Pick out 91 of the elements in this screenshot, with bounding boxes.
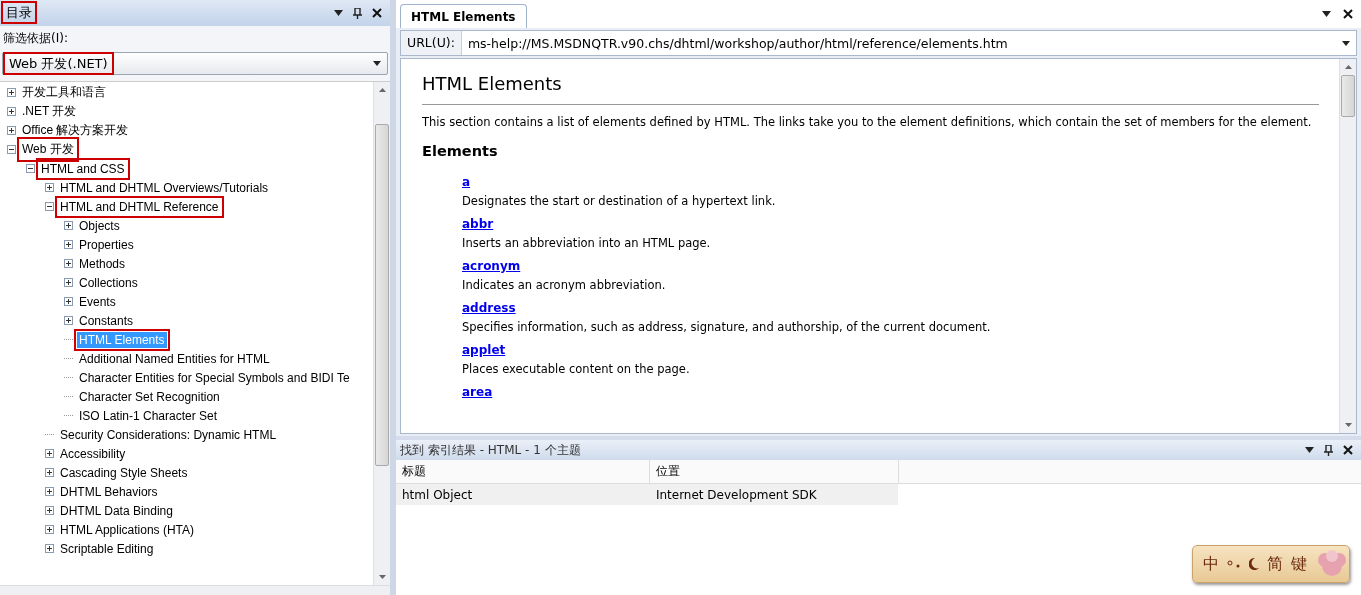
expand-icon[interactable] bbox=[45, 525, 54, 534]
url-field[interactable]: URL(U): ms-help://MS.MSDNQTR.v90.chs/dhtml/workshop/author/html/reference/elements.htm bbox=[400, 30, 1357, 56]
expand-icon[interactable] bbox=[7, 126, 16, 135]
element-description: Indicates an acronym abbreviation. bbox=[462, 278, 666, 292]
table-cell: Internet Development SDK bbox=[649, 483, 899, 505]
tree-item[interactable]: HTML and DHTML Overviews/Tutorials bbox=[58, 179, 271, 196]
scroll-down-icon[interactable] bbox=[1344, 423, 1352, 427]
tree-item[interactable]: DHTML Behaviors bbox=[58, 483, 160, 500]
tree-item[interactable]: Constants bbox=[77, 312, 136, 329]
tree-item[interactable]: Properties bbox=[77, 236, 136, 253]
scrollbar-thumb[interactable] bbox=[1341, 75, 1355, 117]
element-link[interactable]: area bbox=[462, 385, 493, 399]
column-header[interactable]: 位置 bbox=[649, 460, 899, 484]
close-icon[interactable] bbox=[1343, 9, 1353, 19]
tree-item[interactable]: HTML Applications (HTA) bbox=[58, 521, 197, 538]
page-heading: HTML Elements bbox=[422, 73, 1319, 105]
intro-paragraph: This section contains a list of elements defined by HTML. The links take you to the element definitions, which contain the set of members for the element. bbox=[422, 115, 1313, 129]
collapse-icon[interactable] bbox=[7, 145, 16, 154]
dropdown-icon[interactable] bbox=[1342, 40, 1350, 46]
collapse-icon[interactable] bbox=[26, 164, 35, 173]
pin-icon[interactable] bbox=[353, 7, 362, 19]
expand-icon[interactable] bbox=[45, 183, 54, 192]
tree-item[interactable]: ISO Latin-1 Character Set bbox=[77, 407, 220, 424]
soft-keyboard-indicator[interactable]: 键 bbox=[1291, 553, 1307, 575]
expand-icon[interactable] bbox=[64, 278, 73, 287]
punctuation-icon[interactable] bbox=[1227, 560, 1241, 568]
tree-item[interactable]: .NET 开发 bbox=[20, 102, 79, 121]
dropdown-icon[interactable] bbox=[373, 61, 381, 66]
expand-icon[interactable] bbox=[64, 259, 73, 268]
expand-icon[interactable] bbox=[45, 544, 54, 553]
moon-icon[interactable] bbox=[1249, 558, 1259, 570]
expand-icon[interactable] bbox=[64, 316, 73, 325]
expand-icon[interactable] bbox=[45, 449, 54, 458]
element-description: Inserts an abbreviation into an HTML page. bbox=[462, 236, 711, 250]
tree-item[interactable]: Scriptable Editing bbox=[58, 540, 156, 557]
tree-item[interactable]: Additional Named Entities for HTML bbox=[77, 350, 272, 367]
scroll-down-icon[interactable] bbox=[378, 575, 386, 579]
tree-item[interactable]: 开发工具和语言 bbox=[20, 83, 108, 102]
element-link[interactable]: applet bbox=[462, 343, 506, 357]
dropdown-icon[interactable] bbox=[1305, 447, 1314, 453]
vertical-scrollbar[interactable] bbox=[373, 82, 390, 585]
element-link[interactable]: abbr bbox=[462, 217, 494, 231]
input-mode-indicator[interactable]: 中 bbox=[1203, 553, 1219, 575]
section-heading: Elements bbox=[422, 143, 499, 159]
element-description: Specifies information, such as address, signature, and authorship, of the current document. bbox=[462, 320, 991, 334]
element-description: Places executable content on the page. bbox=[462, 362, 690, 376]
tree-item[interactable]: DHTML Data Binding bbox=[58, 502, 175, 519]
expand-icon[interactable] bbox=[7, 107, 16, 116]
dropdown-icon[interactable] bbox=[334, 10, 343, 16]
scrollbar-thumb[interactable] bbox=[375, 124, 389, 466]
tree-item[interactable]: Methods bbox=[77, 255, 128, 272]
tree-item[interactable]: Security Considerations: Dynamic HTML bbox=[58, 426, 279, 443]
tree-item[interactable]: Objects bbox=[77, 217, 122, 234]
expand-icon[interactable] bbox=[7, 88, 16, 97]
dropdown-icon[interactable] bbox=[1322, 11, 1331, 17]
table-cell: html Object bbox=[396, 483, 650, 505]
filter-dropdown[interactable]: Web 开发(.NET) bbox=[2, 52, 388, 75]
tree-item[interactable]: Cascading Style Sheets bbox=[58, 464, 190, 481]
tree-item[interactable]: Web 开发 bbox=[20, 140, 76, 159]
simplified-indicator[interactable]: 简 bbox=[1267, 553, 1283, 575]
tree-item[interactable]: Character Entities for Special Symbols and BIDI Te bbox=[77, 369, 352, 386]
tree-item[interactable]: Character Set Recognition bbox=[77, 388, 222, 405]
tree-item[interactable]: Events bbox=[77, 293, 118, 310]
element-link[interactable]: acronym bbox=[462, 259, 521, 273]
element-link[interactable]: a bbox=[462, 175, 471, 189]
expand-icon[interactable] bbox=[45, 487, 54, 496]
horizontal-scrollbar[interactable] bbox=[0, 585, 390, 595]
panel-title: 找到 索引结果 - HTML - 1 个主题 bbox=[400, 441, 582, 459]
document-tab[interactable]: HTML Elements bbox=[400, 4, 527, 28]
expand-icon[interactable] bbox=[45, 468, 54, 477]
column-header[interactable]: 标题 bbox=[396, 460, 650, 484]
element-description: Designates the start or destination of a hypertext link. bbox=[462, 194, 776, 208]
element-link[interactable]: address bbox=[462, 301, 516, 315]
close-icon[interactable] bbox=[372, 8, 382, 18]
expand-icon[interactable] bbox=[64, 240, 73, 249]
pin-icon[interactable] bbox=[1324, 444, 1333, 456]
tree-item[interactable]: Office 解决方案开发 bbox=[20, 121, 131, 140]
expand-icon[interactable] bbox=[64, 297, 73, 306]
panel-title: 目录 bbox=[4, 4, 34, 21]
tree-item[interactable]: HTML and DHTML Reference bbox=[58, 198, 221, 215]
expand-icon[interactable] bbox=[45, 506, 54, 515]
tree-item[interactable]: Accessibility bbox=[58, 445, 128, 462]
scroll-up-icon[interactable] bbox=[378, 88, 386, 92]
filter-label: 筛选依据(I): bbox=[2, 30, 69, 47]
close-icon[interactable] bbox=[1343, 445, 1353, 455]
vertical-scrollbar[interactable] bbox=[1339, 59, 1356, 433]
scroll-up-icon[interactable] bbox=[1344, 65, 1352, 69]
expand-icon[interactable] bbox=[64, 221, 73, 230]
tree-item[interactable]: Collections bbox=[77, 274, 140, 291]
tree-item[interactable]: HTML and CSS bbox=[39, 160, 127, 177]
collapse-icon[interactable] bbox=[45, 202, 54, 211]
